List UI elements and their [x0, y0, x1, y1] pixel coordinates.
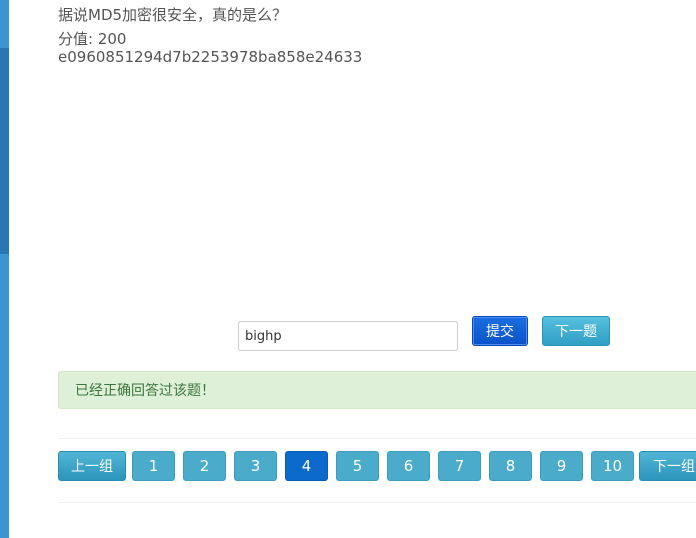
submit-button[interactable]: 提交: [472, 316, 528, 346]
next-group-button[interactable]: 下一组: [639, 451, 696, 481]
success-alert: 已经正确回答过该题！: [58, 371, 696, 409]
success-alert-message: 已经正确回答过该题！: [75, 383, 215, 399]
prev-group-button[interactable]: 上一组: [58, 451, 126, 481]
pager-divider-top: [58, 438, 696, 439]
page-button-1[interactable]: 1: [132, 451, 175, 481]
page-button-6[interactable]: 6: [387, 451, 430, 481]
left-accent-strip-shade: [0, 48, 9, 254]
question-score: 分值: 200: [58, 30, 127, 48]
page-button-2[interactable]: 2: [183, 451, 226, 481]
page-button-3[interactable]: 3: [234, 451, 277, 481]
page-button-8[interactable]: 8: [489, 451, 532, 481]
answer-input[interactable]: [238, 321, 458, 351]
next-question-button[interactable]: 下一题: [542, 316, 610, 346]
question-hash: e0960851294d7b2253978ba858e24633: [58, 48, 363, 66]
page-button-9[interactable]: 9: [540, 451, 583, 481]
left-accent-strip: [0, 0, 9, 538]
pager-divider-bottom: [58, 502, 696, 503]
page-button-7[interactable]: 7: [438, 451, 481, 481]
page-button-4-active[interactable]: 4: [285, 451, 328, 481]
question-title: 据说MD5加密很安全，真的是么？: [58, 6, 288, 24]
page-button-5[interactable]: 5: [336, 451, 379, 481]
page-button-10[interactable]: 10: [591, 451, 634, 481]
